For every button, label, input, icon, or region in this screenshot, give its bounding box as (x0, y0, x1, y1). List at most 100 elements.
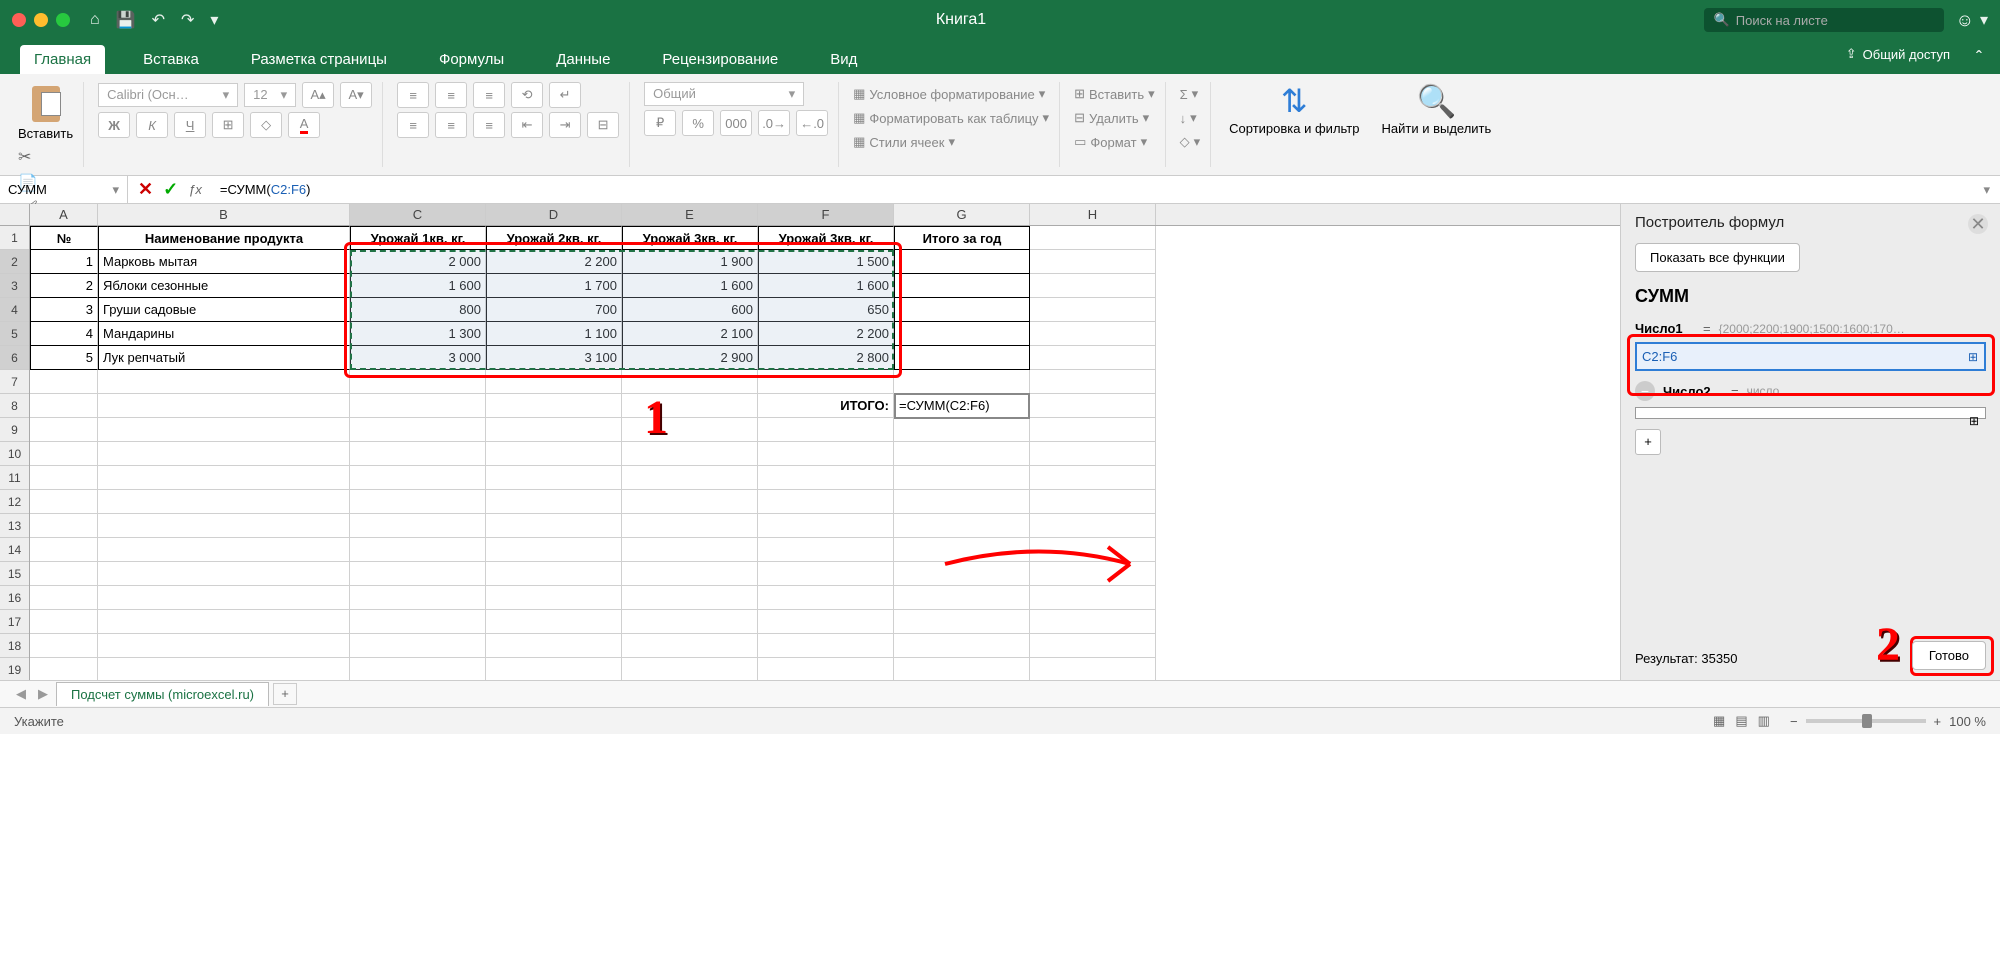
indent-inc-icon[interactable]: ⇥ (549, 112, 581, 138)
range-select-icon[interactable]: ⊞ (1969, 414, 1979, 428)
formula-expand-icon[interactable]: ▾ (1973, 182, 2000, 198)
sheet-tab-bar: ◀ ▶ Подсчет суммы (microexcel.ru) + (0, 680, 2000, 708)
font-color-button[interactable]: A (288, 112, 320, 138)
delete-cells-button[interactable]: ⊟Удалить ▾ (1074, 110, 1155, 126)
decrease-decimal-icon[interactable]: ←.0 (796, 110, 828, 136)
tab-formulas[interactable]: Формулы (425, 45, 518, 74)
tab-data[interactable]: Данные (542, 45, 624, 74)
formula-input[interactable]: =СУММ(C2:F6) (212, 182, 1974, 197)
format-as-table-button[interactable]: ▦Форматировать как таблицу ▾ (853, 110, 1049, 126)
done-button[interactable]: Готово (1912, 641, 1986, 670)
fill-color-button[interactable]: ◇ (250, 112, 282, 138)
paste-button[interactable]: Вставить (18, 82, 73, 141)
range-select-icon[interactable]: ⊞ (1968, 350, 1978, 364)
increase-font-icon[interactable]: A▴ (302, 82, 334, 108)
select-all-corner[interactable] (0, 204, 30, 225)
maximize-icon[interactable] (56, 13, 70, 27)
col-header[interactable]: F (758, 204, 894, 225)
qat-more-icon[interactable]: ▾ (210, 10, 218, 30)
col-header[interactable]: B (98, 204, 350, 225)
borders-button[interactable]: ⊞ (212, 112, 244, 138)
add-sheet-button[interactable]: + (273, 683, 297, 705)
align-middle-icon[interactable]: ≡ (435, 82, 467, 108)
orientation-icon[interactable]: ⟲ (511, 82, 543, 108)
tab-layout[interactable]: Разметка страницы (237, 45, 401, 74)
tab-nav-next-icon[interactable]: ▶ (34, 686, 52, 702)
group-number: Общий▾ ₽ % 000 .0→ ←.0 (644, 82, 839, 167)
tab-nav-prev-icon[interactable]: ◀ (12, 686, 30, 702)
enter-icon[interactable]: ✓ (163, 179, 178, 200)
share-button[interactable]: ⇪Общий доступ (1846, 46, 1950, 62)
tab-insert[interactable]: Вставка (129, 45, 213, 74)
align-center-icon[interactable]: ≡ (435, 112, 467, 138)
show-all-functions-button[interactable]: Показать все функции (1635, 243, 1800, 272)
undo-icon[interactable]: ↶ (152, 10, 165, 30)
align-right-icon[interactable]: ≡ (473, 112, 505, 138)
cut-icon[interactable]: ✂ (18, 147, 73, 167)
name-box[interactable]: СУММ▾ (0, 176, 128, 203)
col-header[interactable]: G (894, 204, 1030, 225)
tab-view[interactable]: Вид (816, 45, 871, 74)
conditional-formatting-button[interactable]: ▦Условное форматирование ▾ (853, 86, 1049, 102)
zoom-control[interactable]: − + 100 % (1790, 714, 1986, 729)
zoom-slider[interactable] (1806, 719, 1926, 723)
fx-icon[interactable]: ƒx (188, 182, 202, 197)
feedback-icon[interactable]: ☺ (1956, 10, 1974, 31)
align-bottom-icon[interactable]: ≡ (473, 82, 505, 108)
sheet-tab[interactable]: Подсчет суммы (microexcel.ru) (56, 682, 269, 706)
wrap-text-icon[interactable]: ↵ (549, 82, 581, 108)
indent-dec-icon[interactable]: ⇤ (511, 112, 543, 138)
autosum-button[interactable]: Σ▾ (1180, 86, 1201, 102)
align-left-icon[interactable]: ≡ (397, 112, 429, 138)
col-header[interactable]: D (486, 204, 622, 225)
fill-button[interactable]: ↓▾ (1180, 110, 1201, 126)
minimize-icon[interactable] (34, 13, 48, 27)
merge-button[interactable]: ⊟ (587, 112, 619, 138)
currency-icon[interactable]: ₽ (644, 110, 676, 136)
search-input[interactable]: 🔍 Поиск на листе (1704, 8, 1944, 32)
page-layout-icon[interactable]: ▤ (1735, 713, 1747, 729)
decrease-font-icon[interactable]: A▾ (340, 82, 372, 108)
save-icon[interactable]: 💾 (116, 10, 136, 30)
insert-cells-button[interactable]: ⊞Вставить ▾ (1074, 86, 1155, 102)
font-size-selector[interactable]: 12▾ (244, 83, 296, 107)
col-header[interactable]: H (1030, 204, 1156, 225)
col-header[interactable]: A (30, 204, 98, 225)
sort-filter-button[interactable]: ⇅ Сортировка и фильтр (1225, 82, 1363, 167)
percent-icon[interactable]: % (682, 110, 714, 136)
arg2-input[interactable]: ⊞ (1635, 407, 1986, 419)
ribbon-collapse-icon[interactable]: ˆ (1976, 48, 1982, 69)
find-select-button[interactable]: 🔍 Найти и выделить (1377, 82, 1495, 167)
number-format-selector[interactable]: Общий▾ (644, 82, 804, 106)
format-cells-button[interactable]: ▭Формат ▾ (1074, 134, 1155, 150)
normal-view-icon[interactable]: ▦ (1713, 713, 1725, 729)
arg1-input[interactable]: C2:F6 ⊞ (1635, 342, 1986, 371)
home-icon[interactable]: ⌂ (90, 11, 100, 29)
zoom-out-icon[interactable]: − (1790, 714, 1798, 729)
active-cell[interactable]: =СУММ(C2:F6) (894, 393, 1030, 419)
underline-button[interactable]: Ч (174, 112, 206, 138)
col-header[interactable]: E (622, 204, 758, 225)
tab-review[interactable]: Рецензирование (648, 45, 792, 74)
align-top-icon[interactable]: ≡ (397, 82, 429, 108)
cell-styles-button[interactable]: ▦Стили ячеек ▾ (853, 134, 1049, 150)
remove-arg-button[interactable]: − (1635, 381, 1655, 401)
font-selector[interactable]: Calibri (Осн…▾ (98, 83, 238, 107)
italic-button[interactable]: К (136, 112, 168, 138)
close-panel-icon[interactable]: ✕ (1968, 214, 1988, 234)
page-break-icon[interactable]: ▥ (1758, 713, 1770, 729)
increase-decimal-icon[interactable]: .0→ (758, 110, 790, 136)
group-editing: Σ▾ ↓▾ ◇▾ (1180, 82, 1212, 167)
clear-button[interactable]: ◇▾ (1180, 134, 1201, 150)
add-arg-button[interactable]: + (1635, 429, 1661, 455)
zoom-in-icon[interactable]: + (1934, 714, 1942, 729)
comma-icon[interactable]: 000 (720, 110, 752, 136)
titlebar-chevron-icon[interactable]: ▾ (1980, 10, 1988, 30)
tab-home[interactable]: Главная (20, 45, 105, 74)
spreadsheet-grid[interactable]: A B C D E F G H 123456789101112131415161… (0, 204, 1620, 680)
bold-button[interactable]: Ж (98, 112, 130, 138)
redo-icon[interactable]: ↷ (181, 10, 194, 30)
close-icon[interactable] (12, 13, 26, 27)
cancel-icon[interactable]: ✕ (138, 179, 153, 200)
col-header[interactable]: C (350, 204, 486, 225)
